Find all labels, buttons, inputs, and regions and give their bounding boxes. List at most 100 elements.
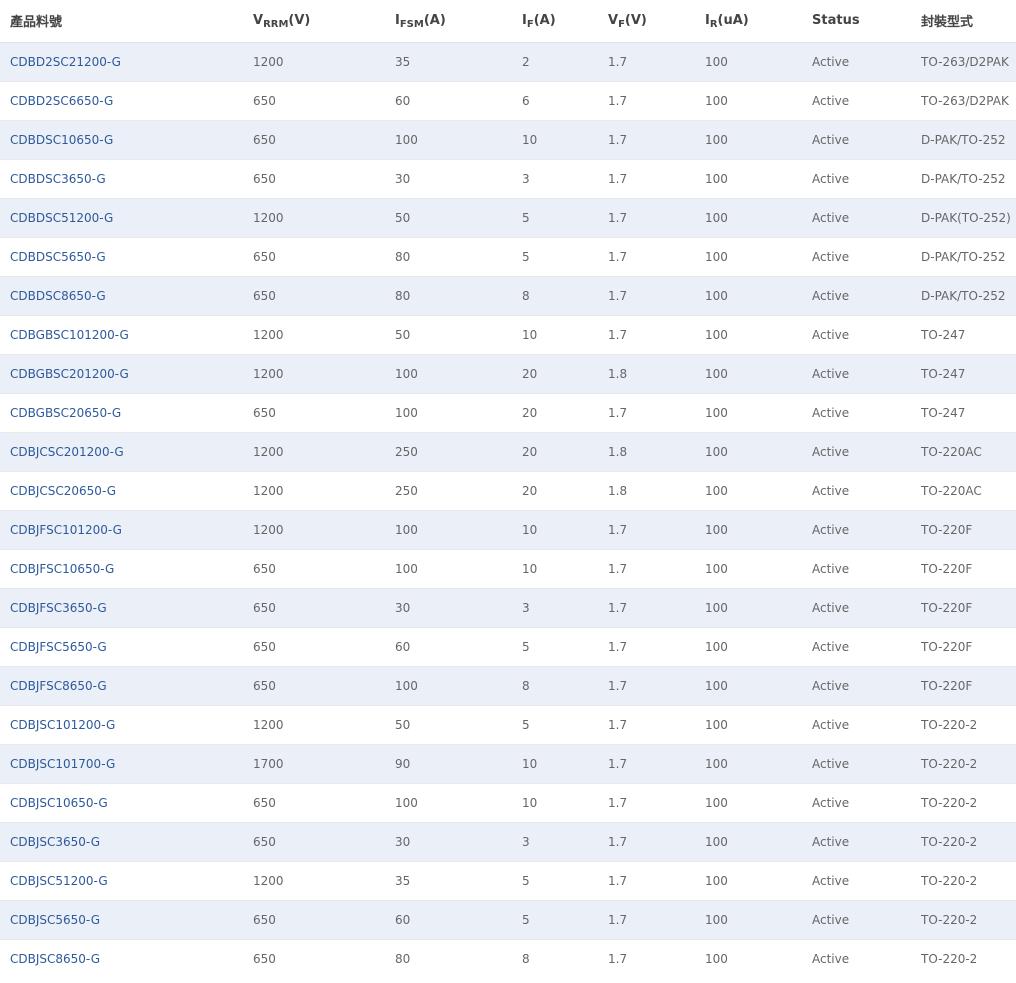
part-number-link[interactable]: CDBJSC3650-G — [10, 835, 100, 849]
header-ifsm: IFSM(A) — [395, 13, 446, 31]
part-number-link[interactable]: CDBJSC5650-G — [10, 913, 100, 927]
if-cell: 2 — [522, 54, 530, 69]
package-cell: TO-220-2 — [921, 717, 978, 732]
header-vrrm: VRRM(V) — [253, 13, 311, 31]
status-cell: Active — [812, 717, 850, 732]
part-number-link[interactable]: CDBDSC3650-G — [10, 172, 106, 186]
part-number-link[interactable]: CDBJCSC20650-G — [10, 484, 116, 498]
if-cell: 3 — [522, 600, 530, 615]
part-number-cell: CDBDSC3650-G — [0, 159, 243, 198]
ifsm-cell: 60 — [395, 93, 411, 108]
ifsm-cell: 100 — [395, 561, 418, 576]
ifsm-cell: 100 — [395, 678, 418, 693]
ifsm-cell: 100 — [395, 405, 418, 420]
if-cell: 5 — [522, 249, 530, 264]
ifsm-cell: 250 — [395, 444, 418, 459]
part-number-link[interactable]: CDBDSC10650-G — [10, 133, 113, 147]
part-number-link[interactable]: CDBJFSC101200-G — [10, 523, 122, 537]
package-cell: TO-220F — [921, 639, 973, 654]
if-cell: 20 — [522, 444, 538, 459]
package-cell: TO-220F — [921, 561, 973, 576]
vrrm-cell: 1200 — [253, 210, 284, 225]
vrrm-cell: 650 — [253, 93, 276, 108]
ir-cell: 100 — [705, 405, 728, 420]
if-cell: 10 — [522, 561, 538, 576]
part-number-cell: CDBJSC101200-G — [0, 705, 243, 744]
if-cell: 3 — [522, 171, 530, 186]
ifsm-cell: 35 — [395, 873, 411, 888]
ifsm-cell: 60 — [395, 912, 411, 927]
table-row: CDBJCSC201200-G 1200 250 20 1.8 100 Active TO-2… — [0, 432, 1016, 471]
table-row: CDBJSC8650-G 650 80 8 1.7 100 Active TO-220-2 — [0, 939, 1016, 978]
vf-cell: 1.7 — [608, 327, 628, 342]
package-cell: TO-247 — [921, 327, 966, 342]
status-cell: Active — [812, 912, 850, 927]
ifsm-cell: 50 — [395, 210, 411, 225]
part-number-link[interactable]: CDBJFSC8650-G — [10, 679, 107, 693]
vrrm-cell: 650 — [253, 600, 276, 615]
if-cell: 5 — [522, 717, 530, 732]
vrrm-cell: 650 — [253, 912, 276, 927]
part-number-cell: CDBDSC10650-G — [0, 120, 243, 159]
table-row: CDBJSC101200-G 1200 50 5 1.7 100 Active TO-220-… — [0, 705, 1016, 744]
ifsm-cell: 30 — [395, 600, 411, 615]
table-row: CDBJFSC5650-G 650 60 5 1.7 100 Active TO-220F — [0, 627, 1016, 666]
table-row: CDBGBSC201200-G 1200 100 20 1.8 100 Active TO-2… — [0, 354, 1016, 393]
vrrm-cell: 650 — [253, 951, 276, 966]
part-number-link[interactable]: CDBDSC5650-G — [10, 250, 106, 264]
package-cell: D-PAK/TO-252 — [921, 171, 1006, 186]
ifsm-cell: 30 — [395, 834, 411, 849]
part-number-link[interactable]: CDBD2SC6650-G — [10, 94, 113, 108]
ir-cell: 100 — [705, 132, 728, 147]
ir-cell: 100 — [705, 600, 728, 615]
part-number-cell: CDBJFSC5650-G — [0, 627, 243, 666]
ifsm-cell: 250 — [395, 483, 418, 498]
header-row: 產品料號 VRRM(V) IFSM(A) IF(A) VF(V) IR(uA) … — [0, 0, 1016, 42]
part-number-link[interactable]: CDBJSC51200-G — [10, 874, 108, 888]
part-number-link[interactable]: CDBGBSC101200-G — [10, 328, 129, 342]
vf-cell: 1.7 — [608, 756, 628, 771]
ifsm-cell: 80 — [395, 249, 411, 264]
vrrm-cell: 650 — [253, 249, 276, 264]
part-number-link[interactable]: CDBJFSC10650-G — [10, 562, 114, 576]
table-row: CDBJSC5650-G 650 60 5 1.7 100 Active TO-220-2 — [0, 900, 1016, 939]
part-number-cell: CDBGBSC20650-G — [0, 393, 243, 432]
status-cell: Active — [812, 522, 850, 537]
part-number-link[interactable]: CDBGBSC201200-G — [10, 367, 129, 381]
vrrm-cell: 650 — [253, 171, 276, 186]
part-number-link[interactable]: CDBD2SC21200-G — [10, 55, 121, 69]
status-cell: Active — [812, 873, 850, 888]
table-row: CDBDSC10650-G 650 100 10 1.7 100 Active D-PAK/T… — [0, 120, 1016, 159]
vf-cell: 1.7 — [608, 288, 628, 303]
part-number-cell: CDBJSC10650-G — [0, 783, 243, 822]
package-cell: TO-220-2 — [921, 951, 978, 966]
status-cell: Active — [812, 93, 850, 108]
part-number-cell: CDBGBSC101200-G — [0, 315, 243, 354]
part-number-cell: CDBJSC51200-G — [0, 861, 243, 900]
part-number-link[interactable]: CDBJSC8650-G — [10, 952, 100, 966]
ifsm-cell: 100 — [395, 132, 418, 147]
part-number-link[interactable]: CDBDSC8650-G — [10, 289, 106, 303]
if-cell: 10 — [522, 795, 538, 810]
part-number-cell: CDBD2SC6650-G — [0, 81, 243, 120]
part-number-cell: CDBDSC8650-G — [0, 276, 243, 315]
part-number-link[interactable]: CDBJFSC5650-G — [10, 640, 107, 654]
part-number-link[interactable]: CDBJSC101200-G — [10, 718, 115, 732]
part-number-link[interactable]: CDBJFSC3650-G — [10, 601, 107, 615]
part-number-link[interactable]: CDBJSC10650-G — [10, 796, 108, 810]
part-number-link[interactable]: CDBGBSC20650-G — [10, 406, 121, 420]
status-cell: Active — [812, 795, 850, 810]
ir-cell: 100 — [705, 483, 728, 498]
if-cell: 3 — [522, 834, 530, 849]
vrrm-cell: 1700 — [253, 756, 284, 771]
table-header: 產品料號 VRRM(V) IFSM(A) IF(A) VF(V) IR(uA) … — [0, 0, 1016, 42]
if-cell: 10 — [522, 522, 538, 537]
part-number-cell: CDBJCSC20650-G — [0, 471, 243, 510]
vrrm-cell: 650 — [253, 132, 276, 147]
part-number-link[interactable]: CDBJCSC201200-G — [10, 445, 124, 459]
part-number-link[interactable]: CDBJSC101700-G — [10, 757, 115, 771]
status-cell: Active — [812, 483, 850, 498]
part-number-link[interactable]: CDBDSC51200-G — [10, 211, 113, 225]
if-cell: 10 — [522, 756, 538, 771]
vf-cell: 1.7 — [608, 951, 628, 966]
